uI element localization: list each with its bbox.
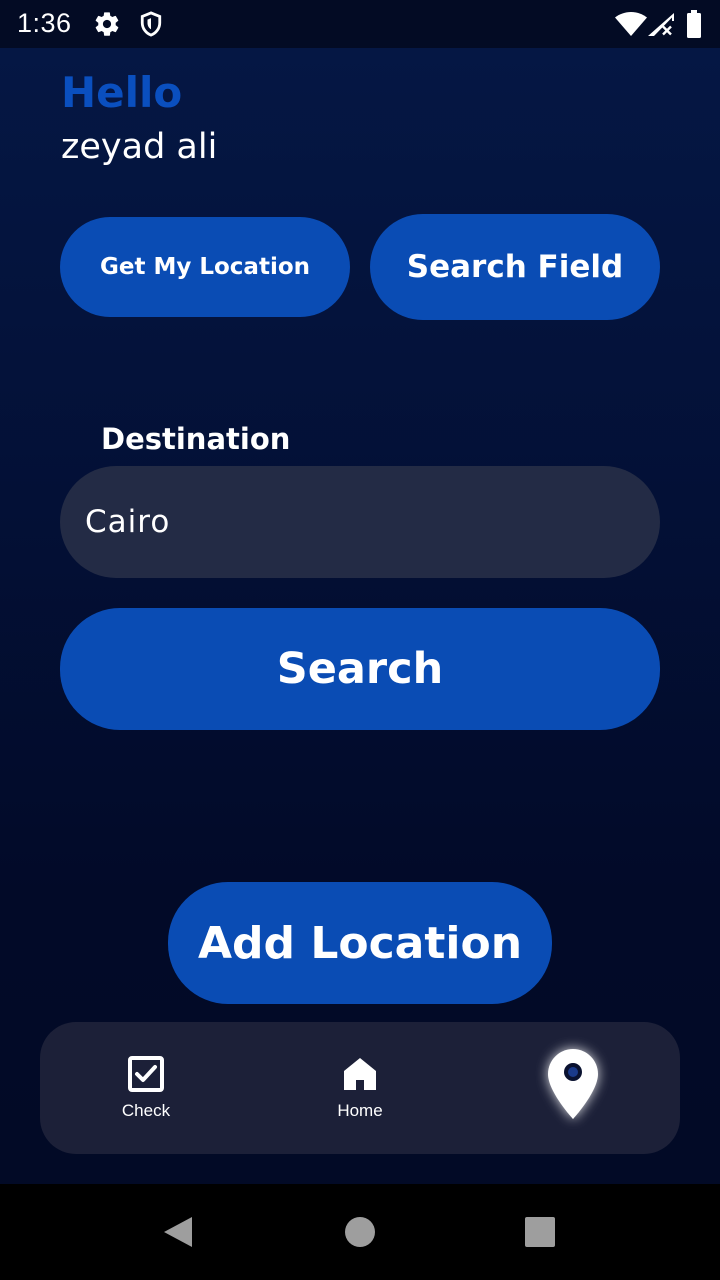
recents-icon[interactable] [525,1217,555,1251]
shield-icon [137,10,165,42]
wifi-icon [614,11,648,41]
location-pin-icon [546,1047,600,1125]
status-time: 1:36 [17,8,72,38]
add-location-button[interactable]: Add Location [168,882,552,1004]
destination-label: Destination [101,422,291,456]
status-bar: 1:36 [0,0,720,48]
nav-label-check: Check [121,1101,171,1120]
username: zeyad ali [61,127,218,167]
nav-item-check[interactable]: Check [76,1022,216,1154]
gear-icon [93,10,121,42]
nav-item-home[interactable]: Home [290,1022,430,1154]
bottom-navigation: Check Home [40,1022,680,1154]
nav-label-home: Home [337,1101,383,1120]
greeting-title: Hello [61,68,183,117]
back-icon[interactable] [162,1215,194,1253]
system-navigation-bar [0,1184,720,1280]
nav-item-location[interactable] [503,1022,643,1154]
destination-input[interactable] [60,466,660,578]
battery-icon [686,10,702,42]
home-icon [341,1055,379,1097]
search-field-button[interactable]: Search Field [370,214,660,320]
app-screen: 1:36 Hello zeyad ali Get My Location Sea… [0,0,720,1280]
search-button[interactable]: Search [60,608,660,730]
check-square-icon [127,1055,165,1097]
signal-icon [646,12,676,42]
get-my-location-button[interactable]: Get My Location [60,217,350,317]
home-circle-icon[interactable] [344,1216,376,1252]
